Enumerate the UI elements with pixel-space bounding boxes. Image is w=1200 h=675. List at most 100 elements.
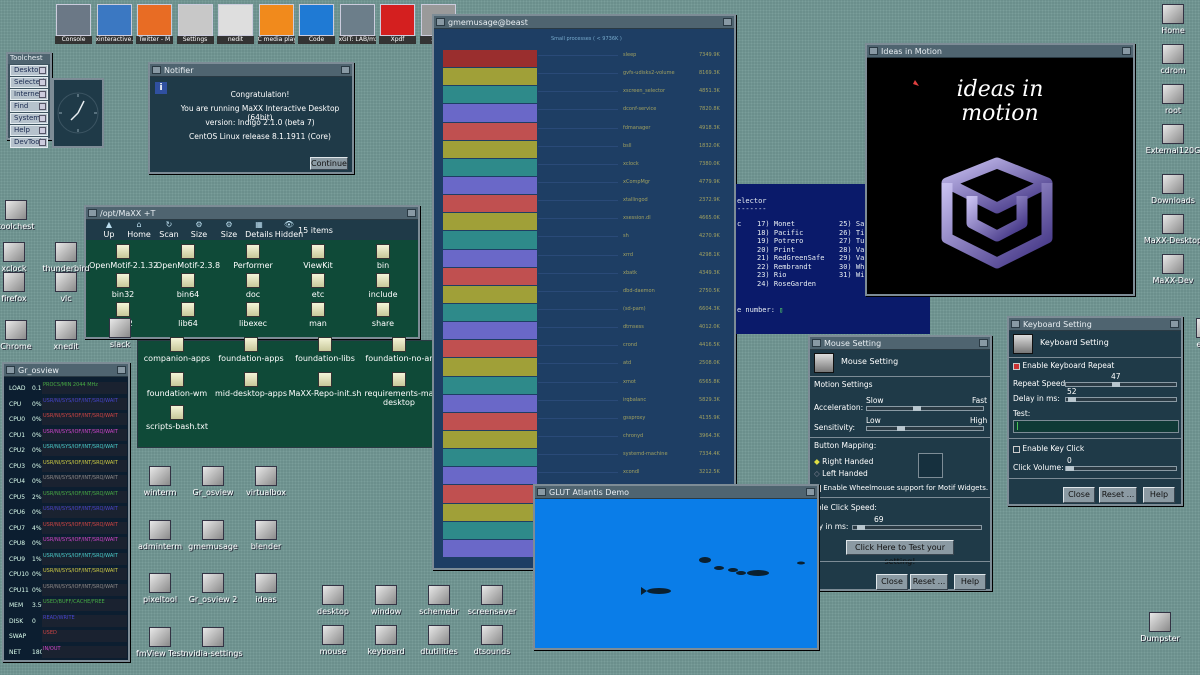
folder-etc[interactable]: etc <box>284 273 352 299</box>
osview-row-mem: MEM 3.5G USED/BUFF/CACHE/FREE <box>4 598 128 614</box>
folder-performer[interactable]: Performer <box>219 244 287 270</box>
item-foundation-libs[interactable]: foundation-libs <box>288 337 362 363</box>
desktop-icon-vlc[interactable]: vlc <box>34 272 98 303</box>
toolbar-size-button[interactable]: ⚙ Size <box>184 220 214 239</box>
desktop-icon-cdrom[interactable]: cdrom <box>1141 44 1200 75</box>
metric-legend: USED/BUFF/CACHE/FREE <box>43 599 105 605</box>
folder-man[interactable]: man <box>284 302 352 328</box>
folder-label: include <box>368 290 398 299</box>
folder-doc[interactable]: doc <box>219 273 287 299</box>
process-size: 4416.5K <box>699 342 720 349</box>
process-name: xsession.dl <box>623 215 651 222</box>
folder-bin64[interactable]: bin64 <box>154 273 222 299</box>
taskbar-nedit[interactable]: nedit <box>217 4 254 48</box>
desktop-icon-nvidia-settings[interactable]: nvidia-settings <box>181 627 245 658</box>
folder-openmotif-2-3-8[interactable]: OpenMotif-2.3.8 <box>154 244 222 270</box>
row-leader <box>538 309 618 310</box>
folder-libexec[interactable]: libexec <box>219 302 287 328</box>
sensitivity-slider[interactable] <box>866 426 984 431</box>
desktop-icon-maxx-dev[interactable]: MaXX-Dev <box>1141 254 1200 285</box>
toolchest-system[interactable]: System <box>10 113 48 124</box>
folder-bin[interactable]: bin <box>349 244 417 270</box>
desktop-icon-external120g[interactable]: External120G <box>1141 124 1200 155</box>
item-foundation-apps[interactable]: foundation-apps <box>214 337 288 363</box>
scheme-option: 18) Pacific <box>757 228 804 237</box>
taskbar-twitter-m[interactable]: Twitter - M <box>136 4 173 48</box>
toolbar-details-button[interactable]: ▦ Details <box>244 220 274 239</box>
taskbar-code[interactable]: Code <box>298 4 335 48</box>
folder-share[interactable]: share <box>349 302 417 328</box>
taskbar-settings[interactable]: Settings <box>176 4 214 48</box>
desktop-icon-home[interactable]: Home <box>1141 4 1200 35</box>
desktop-icon-thunderbird[interactable]: thunderbird <box>34 242 98 273</box>
item-foundation-wm[interactable]: foundation-wm <box>140 372 214 398</box>
desktop-icon-slack[interactable]: slack <box>88 318 152 349</box>
acceleration-slider[interactable] <box>866 406 984 411</box>
number-prompt[interactable]: e number: ▯ <box>737 306 783 314</box>
desktop-icon-root[interactable]: root <box>1141 84 1200 115</box>
left-handed-radio[interactable]: ◇ Left Handed <box>814 469 868 478</box>
wheelmouse-checkbox[interactable]: Enable Wheelmouse support for Motif Widg… <box>814 484 988 492</box>
keyboard-close-button[interactable]: Close <box>1063 487 1095 503</box>
key-repeat-checkbox[interactable]: Enable Keyboard Repeat <box>1013 361 1114 370</box>
taskbar-console[interactable]: Console <box>55 4 92 48</box>
toolchest-selected[interactable]: Selected <box>10 77 48 88</box>
taskbar-xgit-lab-mx[interactable]: xGIT: LAB/mx <box>338 4 376 48</box>
click-volume-slider[interactable] <box>1065 466 1177 471</box>
folder-openmotif-2-1-32[interactable]: OpenMotif-2.1.32 <box>89 244 158 270</box>
folder-lib64[interactable]: lib64 <box>154 302 222 328</box>
desktop-icon-maxx-desktop[interactable]: MaXX-Desktop <box>1141 214 1200 245</box>
metric-bar: IN/OUT <box>42 645 127 658</box>
desktop-icon-ideas[interactable]: ideas <box>234 573 298 604</box>
test-input[interactable]: | <box>1013 420 1179 433</box>
folder-include[interactable]: include <box>349 273 417 299</box>
toolbar-scan-button[interactable]: ↻ Scan <box>154 220 184 239</box>
toolbar-size-button[interactable]: ⚙ Size <box>214 220 244 239</box>
toolchest-internet[interactable]: Internet <box>10 89 48 100</box>
desktop-icon-dtsounds[interactable]: dtsounds <box>460 625 524 656</box>
mouse-close-button[interactable]: Close <box>876 574 908 590</box>
right-handed-radio[interactable]: ◆ Right Handed <box>814 457 873 466</box>
toolchest-desktop[interactable]: Desktop <box>10 65 48 76</box>
item-foundation-no-ar[interactable]: foundation-no-ar <box>362 337 436 363</box>
desktop-icon-screensaver[interactable]: screensaver <box>460 585 524 616</box>
toolchest-help[interactable]: Help <box>10 125 48 136</box>
toolchest-devtool[interactable]: DevTool <box>10 137 48 148</box>
test-setting-button[interactable]: Click Here to Test your setting! <box>846 540 954 566</box>
folder-viewkit[interactable]: ViewKit <box>284 244 352 270</box>
toolbar-home-button[interactable]: ⌂ Home <box>124 220 154 239</box>
repeat-speed-slider[interactable] <box>1065 382 1177 387</box>
keyboard-reset-button[interactable]: Reset ... <box>1099 487 1137 503</box>
item-maxx-repo-init-sh[interactable]: MaXX-Repo-init.sh <box>288 372 362 398</box>
taskbar-xpdf[interactable]: Xpdf <box>379 4 416 48</box>
item-mid-desktop-apps[interactable]: mid-desktop-apps <box>214 372 288 398</box>
toolchest-find[interactable]: Find <box>10 101 48 112</box>
desktop-icon-toolchest[interactable]: toolchest <box>0 200 48 231</box>
folder-label: doc <box>245 290 261 299</box>
taskbar-c-media-play[interactable]: C media play <box>257 4 295 48</box>
desktop-icon-blender[interactable]: blender <box>234 520 298 551</box>
firefox-icon <box>3 272 25 292</box>
toolbar-up-button[interactable]: ▲ Up <box>94 220 124 239</box>
desktop-icon-virtualbox[interactable]: virtualbox <box>234 466 298 497</box>
item-scripts-bash-txt[interactable]: scripts-bash.txt <box>140 405 214 431</box>
desktop-icon-dumpster[interactable]: Dumpster <box>1128 612 1192 643</box>
folder-icon <box>181 273 195 288</box>
key-click-checkbox[interactable]: Enable Key Click <box>1013 444 1084 453</box>
metric-value: 0 <box>32 617 36 625</box>
desktop-icon-downloads[interactable]: Downloads <box>1141 174 1200 205</box>
taskbar-xinteractive[interactable]: xinteractive.( <box>95 4 133 48</box>
keyboard-help-button[interactable]: Help <box>1143 487 1175 503</box>
folder-icon <box>181 244 195 259</box>
mouse-reset-button[interactable]: Reset ... <box>910 574 948 590</box>
delay-slider[interactable] <box>1065 397 1177 402</box>
double-click-slider[interactable] <box>852 525 982 530</box>
continue-button[interactable]: Continue <box>310 157 348 170</box>
folder-bin32[interactable]: bin32 <box>89 273 157 299</box>
file-manager-toolbar: ▲ Up ⌂ Home ↻ Scan ⚙ Size ⚙ Size ▦ Details 👁 Hidden <box>86 220 418 240</box>
desktop-icon-enter[interactable]: enter <box>1175 318 1200 349</box>
mouse-help-button[interactable]: Help <box>954 574 986 590</box>
folder-label: bin <box>376 261 390 270</box>
item-requirements-ma-desktop[interactable]: requirements-ma desktop <box>362 372 436 407</box>
process-size: 4012.0K <box>699 324 720 331</box>
